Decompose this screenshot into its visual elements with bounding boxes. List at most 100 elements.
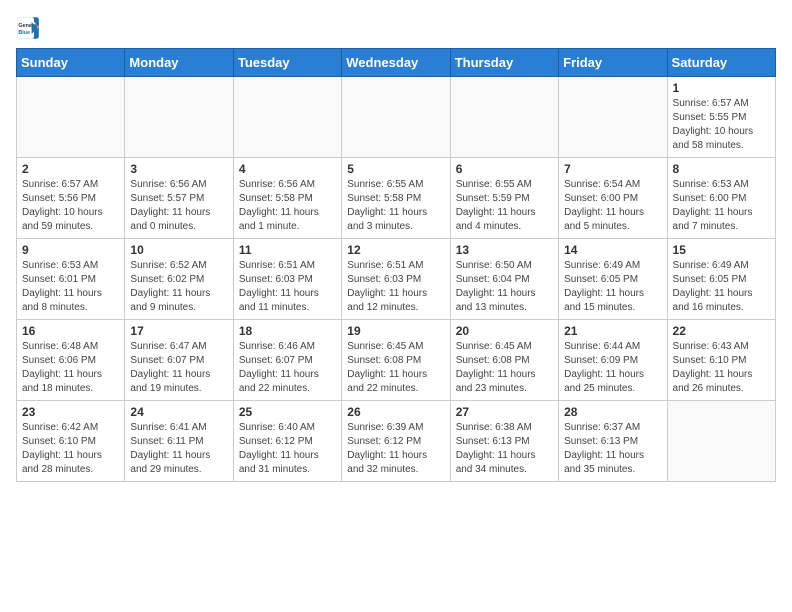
calendar-cell: [559, 77, 667, 158]
day-number: 21: [564, 324, 661, 338]
calendar-cell: 13 Sunrise: 6:50 AM Sunset: 6:04 PM Dayli…: [450, 239, 558, 320]
day-number: 17: [130, 324, 227, 338]
calendar-cell: 2 Sunrise: 6:57 AM Sunset: 5:56 PM Daylig…: [17, 158, 125, 239]
calendar-cell: 26 Sunrise: 6:39 AM Sunset: 6:12 PM Dayli…: [342, 401, 450, 482]
day-info: Sunrise: 6:45 AM Sunset: 6:08 PM Dayligh…: [456, 340, 553, 396]
calendar-cell: 3 Sunrise: 6:56 AM Sunset: 5:57 PM Daylig…: [125, 158, 233, 239]
day-info: Sunrise: 6:42 AM Sunset: 6:10 PM Dayligh…: [22, 421, 119, 477]
day-info: Sunrise: 6:49 AM Sunset: 6:05 PM Dayligh…: [564, 259, 661, 315]
day-number: 19: [347, 324, 444, 338]
weekday-header: Monday: [125, 49, 233, 77]
calendar-week-row: 16 Sunrise: 6:48 AM Sunset: 6:06 PM Dayli…: [17, 320, 776, 401]
day-info: Sunrise: 6:56 AM Sunset: 5:57 PM Dayligh…: [130, 178, 227, 234]
calendar-cell: 21 Sunrise: 6:44 AM Sunset: 6:09 PM Dayli…: [559, 320, 667, 401]
logo-icon: General Blue: [16, 16, 40, 40]
calendar-cell: 9 Sunrise: 6:53 AM Sunset: 6:01 PM Daylig…: [17, 239, 125, 320]
calendar-cell: 1 Sunrise: 6:57 AM Sunset: 5:55 PM Daylig…: [667, 77, 775, 158]
calendar-cell: 14 Sunrise: 6:49 AM Sunset: 6:05 PM Dayli…: [559, 239, 667, 320]
day-number: 22: [673, 324, 770, 338]
calendar-week-row: 2 Sunrise: 6:57 AM Sunset: 5:56 PM Daylig…: [17, 158, 776, 239]
day-number: 20: [456, 324, 553, 338]
day-info: Sunrise: 6:53 AM Sunset: 6:00 PM Dayligh…: [673, 178, 770, 234]
day-number: 28: [564, 405, 661, 419]
calendar-cell: 22 Sunrise: 6:43 AM Sunset: 6:10 PM Dayli…: [667, 320, 775, 401]
calendar-cell: [342, 77, 450, 158]
day-info: Sunrise: 6:50 AM Sunset: 6:04 PM Dayligh…: [456, 259, 553, 315]
day-info: Sunrise: 6:52 AM Sunset: 6:02 PM Dayligh…: [130, 259, 227, 315]
calendar-cell: 6Sunrise: 6:55 AM Sunset: 5:59 PM Daylig…: [450, 158, 558, 239]
day-info: Sunrise: 6:57 AM Sunset: 5:55 PM Dayligh…: [673, 97, 770, 153]
day-info: Sunrise: 6:45 AM Sunset: 6:08 PM Dayligh…: [347, 340, 444, 396]
day-info: Sunrise: 6:48 AM Sunset: 6:06 PM Dayligh…: [22, 340, 119, 396]
day-info: Sunrise: 6:53 AM Sunset: 6:01 PM Dayligh…: [22, 259, 119, 315]
day-number: 1: [673, 81, 770, 95]
day-info: Sunrise: 6:56 AM Sunset: 5:58 PM Dayligh…: [239, 178, 336, 234]
day-info: Sunrise: 6:39 AM Sunset: 6:12 PM Dayligh…: [347, 421, 444, 477]
day-info: Sunrise: 6:47 AM Sunset: 6:07 PM Dayligh…: [130, 340, 227, 396]
day-info: Sunrise: 6:54 AM Sunset: 6:00 PM Dayligh…: [564, 178, 661, 234]
weekday-header: Wednesday: [342, 49, 450, 77]
day-info: Sunrise: 6:49 AM Sunset: 6:05 PM Dayligh…: [673, 259, 770, 315]
day-number: 27: [456, 405, 553, 419]
calendar-cell: 5 Sunrise: 6:55 AM Sunset: 5:58 PM Daylig…: [342, 158, 450, 239]
calendar-cell: 10Sunrise: 6:52 AM Sunset: 6:02 PM Dayli…: [125, 239, 233, 320]
day-number: 5: [347, 162, 444, 176]
weekday-header-row: SundayMondayTuesdayWednesdayThursdayFrid…: [17, 49, 776, 77]
calendar-week-row: 1 Sunrise: 6:57 AM Sunset: 5:55 PM Daylig…: [17, 77, 776, 158]
day-number: 23: [22, 405, 119, 419]
calendar-week-row: 9 Sunrise: 6:53 AM Sunset: 6:01 PM Daylig…: [17, 239, 776, 320]
calendar-cell: 17 Sunrise: 6:47 AM Sunset: 6:07 PM Dayli…: [125, 320, 233, 401]
calendar-cell: 19 Sunrise: 6:45 AM Sunset: 6:08 PM Dayli…: [342, 320, 450, 401]
day-number: 24: [130, 405, 227, 419]
day-number: 16: [22, 324, 119, 338]
calendar-cell: [125, 77, 233, 158]
calendar-cell: 12 Sunrise: 6:51 AM Sunset: 6:03 PM Dayli…: [342, 239, 450, 320]
day-number: 15: [673, 243, 770, 257]
day-number: 18: [239, 324, 336, 338]
calendar-cell: 25 Sunrise: 6:40 AM Sunset: 6:12 PM Dayli…: [233, 401, 341, 482]
day-number: 2: [22, 162, 119, 176]
day-number: 7: [564, 162, 661, 176]
calendar-cell: 16 Sunrise: 6:48 AM Sunset: 6:06 PM Dayli…: [17, 320, 125, 401]
weekday-header: Friday: [559, 49, 667, 77]
day-info: Sunrise: 6:40 AM Sunset: 6:12 PM Dayligh…: [239, 421, 336, 477]
day-number: 26: [347, 405, 444, 419]
calendar-week-row: 23 Sunrise: 6:42 AM Sunset: 6:10 PM Dayli…: [17, 401, 776, 482]
day-number: 25: [239, 405, 336, 419]
day-number: 8: [673, 162, 770, 176]
day-info: Sunrise: 6:37 AM Sunset: 6:13 PM Dayligh…: [564, 421, 661, 477]
weekday-header: Saturday: [667, 49, 775, 77]
day-info: Sunrise: 6:51 AM Sunset: 6:03 PM Dayligh…: [239, 259, 336, 315]
day-info: Sunrise: 6:55 AM Sunset: 5:58 PM Dayligh…: [347, 178, 444, 234]
calendar-cell: 27Sunrise: 6:38 AM Sunset: 6:13 PM Dayli…: [450, 401, 558, 482]
day-info: Sunrise: 6:51 AM Sunset: 6:03 PM Dayligh…: [347, 259, 444, 315]
calendar-cell: 7 Sunrise: 6:54 AM Sunset: 6:00 PM Daylig…: [559, 158, 667, 239]
calendar-cell: 24 Sunrise: 6:41 AM Sunset: 6:11 PM Dayli…: [125, 401, 233, 482]
page-header: General Blue: [16, 16, 776, 40]
day-info: Sunrise: 6:46 AM Sunset: 6:07 PM Dayligh…: [239, 340, 336, 396]
day-info: Sunrise: 6:43 AM Sunset: 6:10 PM Dayligh…: [673, 340, 770, 396]
day-number: 13: [456, 243, 553, 257]
day-number: 6: [456, 162, 553, 176]
weekday-header: Sunday: [17, 49, 125, 77]
calendar-cell: 4 Sunrise: 6:56 AM Sunset: 5:58 PM Daylig…: [233, 158, 341, 239]
day-info: Sunrise: 6:41 AM Sunset: 6:11 PM Dayligh…: [130, 421, 227, 477]
calendar-cell: 15 Sunrise: 6:49 AM Sunset: 6:05 PM Dayli…: [667, 239, 775, 320]
svg-text:Blue: Blue: [18, 30, 30, 36]
calendar-cell: [233, 77, 341, 158]
calendar-cell: [667, 401, 775, 482]
day-number: 12: [347, 243, 444, 257]
day-number: 11: [239, 243, 336, 257]
weekday-header: Thursday: [450, 49, 558, 77]
calendar-cell: 20 Sunrise: 6:45 AM Sunset: 6:08 PM Dayli…: [450, 320, 558, 401]
calendar-cell: 11 Sunrise: 6:51 AM Sunset: 6:03 PM Dayli…: [233, 239, 341, 320]
day-number: 3: [130, 162, 227, 176]
calendar-cell: 28 Sunrise: 6:37 AM Sunset: 6:13 PM Dayli…: [559, 401, 667, 482]
weekday-header: Tuesday: [233, 49, 341, 77]
day-number: 4: [239, 162, 336, 176]
day-number: 9: [22, 243, 119, 257]
day-info: Sunrise: 6:57 AM Sunset: 5:56 PM Dayligh…: [22, 178, 119, 234]
day-number: 14: [564, 243, 661, 257]
day-info: Sunrise: 6:44 AM Sunset: 6:09 PM Dayligh…: [564, 340, 661, 396]
calendar-table: SundayMondayTuesdayWednesdayThursdayFrid…: [16, 48, 776, 482]
